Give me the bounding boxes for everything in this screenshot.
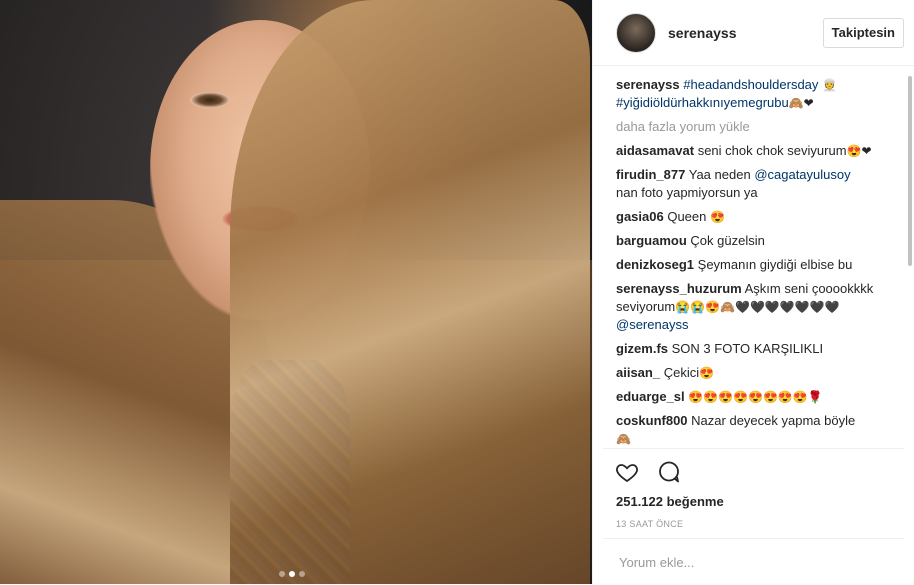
emoji: 😍😍😍😍😍😍😍😍🌹: [688, 390, 823, 404]
comment-username[interactable]: serenayss_huzurum: [616, 281, 742, 296]
comments-list: serenayss #headandshouldersday 👳 #yiğidi…: [616, 76, 900, 446]
emoji: 🙈❤: [788, 96, 814, 110]
following-button[interactable]: Takiptesin: [822, 17, 904, 48]
comment-text: nan foto yapmiyorsun ya: [616, 185, 758, 200]
comment-text: Yaa neden: [688, 167, 751, 182]
list-item: firudin_877 Yaa neden @cagatayulusoy nan…: [616, 166, 900, 202]
comment-text: Şeymanın giydiği elbise bu: [697, 257, 853, 272]
carousel-dot-active: [289, 571, 295, 577]
comment-username[interactable]: denizkoseg1: [616, 257, 694, 272]
list-item: eduarge_sl 😍😍😍😍😍😍😍😍🌹: [616, 388, 900, 406]
post-actions: [603, 448, 904, 495]
emoji: 😍❤: [846, 144, 872, 158]
comments-scrollbar[interactable]: [908, 76, 912, 266]
instagram-post-view: serenayss Takiptesin serenayss #headands…: [0, 0, 914, 584]
comment-text: Queen: [667, 209, 707, 224]
load-more-comments[interactable]: daha fazla yorum yükle: [616, 118, 900, 136]
comment-username[interactable]: serenayss: [616, 77, 680, 92]
emoji: 😍: [710, 210, 725, 224]
avatar[interactable]: [616, 12, 656, 53]
list-item: gizem.fs SON 3 FOTO KARŞILIKLI: [616, 340, 900, 358]
hashtag-link[interactable]: #yiğidiöldürhakkınıyemegrubu: [616, 95, 789, 110]
caption: serenayss #headandshouldersday 👳 #yiğidi…: [616, 76, 900, 112]
comment-text: seni chok chok seviyurum: [697, 143, 847, 158]
comment-username[interactable]: aiisan_: [616, 365, 660, 380]
list-item: gasia06 Queen 😍: [616, 208, 900, 226]
list-item: barguamou Çok güzelsin: [616, 232, 900, 250]
comment-username[interactable]: barguamou: [616, 233, 687, 248]
mention-link[interactable]: @cagatayulusoy: [754, 167, 850, 182]
comment-icon[interactable]: [655, 458, 683, 486]
mention-link[interactable]: @serenayss: [616, 317, 688, 332]
comment-username[interactable]: eduarge_sl: [616, 389, 685, 404]
likes-count[interactable]: 251.122 beğenme: [616, 494, 724, 509]
add-comment-bar: [603, 538, 904, 585]
comment-username[interactable]: coskunf800: [616, 413, 688, 428]
comment-text: Çok güzelsin: [690, 233, 765, 248]
comment-text: Çekici: [663, 365, 700, 380]
post-timestamp[interactable]: 13 SAAT ÖNCE: [616, 519, 683, 529]
emoji: 🙈: [616, 432, 631, 446]
comment-input[interactable]: [617, 553, 881, 571]
comment-username[interactable]: gizem.fs: [616, 341, 668, 356]
post-photo[interactable]: [0, 0, 592, 584]
comment-text: SON 3 FOTO KARŞILIKLI: [671, 341, 824, 356]
emoji: 😭😭😍🙈🖤🖤🖤🖤🖤🖤🖤: [675, 300, 840, 314]
emoji: 👳: [822, 78, 837, 92]
list-item: serenayss_huzurum Aşkım seni çooookkkk s…: [616, 280, 900, 334]
list-item: denizkoseg1 Şeymanın giydiği elbise bu: [616, 256, 900, 274]
header-username[interactable]: serenayss: [668, 25, 823, 41]
list-item: aidasamavat seni chok chok seviyurum😍❤: [616, 142, 900, 160]
post-header: serenayss Takiptesin: [593, 0, 914, 66]
carousel-dot: [299, 571, 305, 577]
list-item: aiisan_ Çekici😍: [616, 364, 900, 382]
list-item: coskunf800 Nazar deyecek yapma böyle 🙈: [616, 412, 900, 446]
emoji: 😍: [699, 366, 715, 380]
comment-username[interactable]: gasia06: [616, 209, 664, 224]
heart-icon[interactable]: [613, 458, 641, 486]
post-side-panel: serenayss Takiptesin serenayss #headands…: [592, 0, 914, 584]
comment-username[interactable]: aidasamavat: [616, 143, 694, 158]
hashtag-link[interactable]: #headandshouldersday: [683, 77, 818, 92]
comment-username[interactable]: firudin_877: [616, 167, 685, 182]
comment-text: Nazar deyecek yapma böyle: [691, 413, 856, 428]
carousel-indicator: [279, 571, 305, 577]
carousel-dot: [279, 571, 285, 577]
